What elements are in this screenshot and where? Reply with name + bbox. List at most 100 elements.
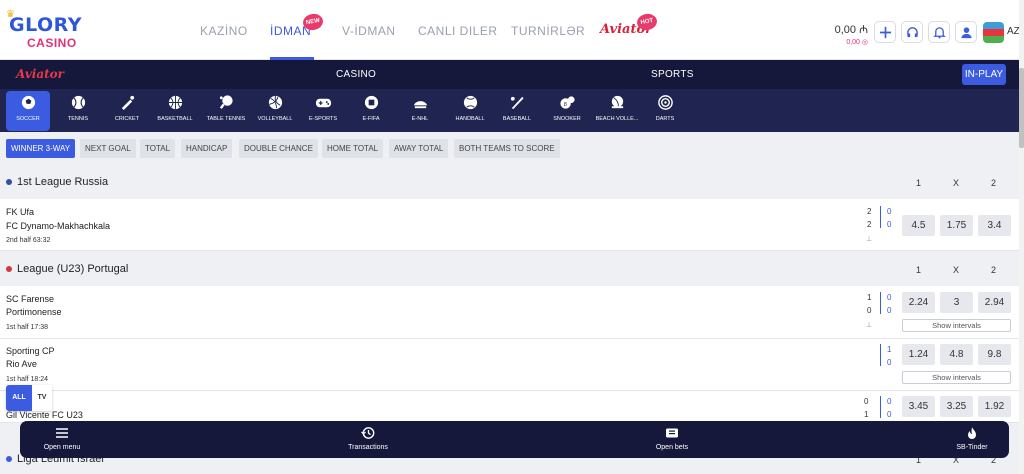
sport-tab-e-nhl[interactable]: E-NHL bbox=[407, 91, 433, 131]
league-title[interactable]: 1st League Russia bbox=[17, 176, 108, 188]
odd-home[interactable]: 1.24 bbox=[902, 344, 935, 365]
home-team: FK Ufa bbox=[6, 207, 35, 217]
handball-icon bbox=[463, 95, 477, 110]
transactions-button[interactable]: Transactions bbox=[328, 426, 408, 451]
headset-icon bbox=[906, 26, 918, 37]
sport-tab-basketball[interactable]: BASKETBALL bbox=[152, 91, 198, 131]
sport-tab-tennis[interactable]: TENNIS bbox=[64, 91, 92, 131]
sport-tab-e-fifa[interactable]: E-FIFA bbox=[358, 91, 384, 131]
deposit-button[interactable] bbox=[874, 21, 896, 43]
score-away: 0 bbox=[867, 306, 872, 315]
stats-icon[interactable]: ⊥ bbox=[866, 235, 872, 243]
market-double-chance[interactable]: DOUBLE CHANCE bbox=[239, 139, 318, 158]
odd-draw[interactable]: 3 bbox=[940, 292, 973, 313]
nav-v-idman[interactable]: V-İDMAN bbox=[342, 24, 396, 38]
column-header-1: 1 bbox=[916, 178, 922, 188]
portugal-flag-icon bbox=[6, 266, 12, 272]
live-score-home: 0 bbox=[887, 293, 892, 302]
sport-tab-baseball[interactable]: BASEBALL bbox=[498, 91, 536, 131]
israel-flag-icon bbox=[6, 456, 12, 462]
market-total[interactable]: TOTAL bbox=[140, 139, 176, 158]
history-icon bbox=[361, 427, 375, 439]
all-tv-toggle: ALL TV bbox=[6, 385, 52, 411]
market-both-teams-to-score[interactable]: BOTH TEAMS TO SCORE bbox=[454, 139, 560, 158]
league-title[interactable]: League (U23) Portugal bbox=[17, 263, 128, 275]
casino-link[interactable]: CASINO bbox=[336, 69, 376, 80]
filter-tv-button[interactable]: TV bbox=[32, 385, 52, 411]
profile-button[interactable] bbox=[955, 21, 977, 43]
league-header bbox=[0, 165, 1019, 199]
odd-away[interactable]: 3.4 bbox=[978, 215, 1011, 236]
svg-text:8: 8 bbox=[563, 102, 566, 108]
sport-tab-label: DARTS bbox=[655, 116, 675, 122]
sport-tab-label: E-SPORTS bbox=[308, 116, 337, 122]
odd-away[interactable]: 9.8 bbox=[978, 344, 1011, 365]
app: ♛ GLORY CASINO KAZİNO İDMAN NEW V-İDMAN … bbox=[0, 0, 1024, 474]
nav-kazino[interactable]: KAZİNO bbox=[200, 24, 248, 38]
market-winner-3-way[interactable]: WINNER 3-WAY bbox=[6, 139, 76, 158]
page-scrollbar-thumb[interactable] bbox=[1019, 68, 1024, 148]
home-team: SC Farense bbox=[6, 294, 55, 304]
odd-home[interactable]: 3.45 bbox=[902, 396, 935, 417]
odd-away[interactable]: 2.94 bbox=[978, 292, 1011, 313]
sport-tab-darts[interactable]: DARTS bbox=[650, 91, 680, 131]
sport-tab-label: E-FIFA bbox=[362, 116, 380, 122]
market-handicap[interactable]: HANDICAP bbox=[181, 139, 233, 158]
show-intervals-button[interactable]: Show intervals bbox=[902, 371, 1011, 384]
language-code[interactable]: AZ bbox=[1007, 26, 1020, 37]
market-home-total[interactable]: HOME TOTAL bbox=[322, 139, 384, 158]
sports-link[interactable]: SPORTS bbox=[651, 69, 694, 80]
live-score-home: 1 bbox=[887, 345, 892, 354]
live-score-home: 0 bbox=[887, 207, 892, 216]
sport-tab-cricket[interactable]: CRICKET bbox=[110, 91, 144, 131]
baseball-icon bbox=[510, 96, 524, 110]
sport-tab-soccer[interactable]: SOCCER bbox=[6, 91, 50, 131]
sport-tab-label: VOLLEYBALL bbox=[257, 116, 293, 122]
open-menu-button[interactable]: Open menu bbox=[22, 426, 102, 451]
live-score-away: 0 bbox=[887, 220, 892, 229]
beach-volleyball-icon bbox=[611, 95, 623, 109]
notifications-button[interactable] bbox=[928, 21, 950, 43]
sport-tab-volleyball[interactable]: VOLLEYBALL bbox=[253, 91, 297, 131]
live-score-away: 0 bbox=[887, 306, 892, 315]
stats-icon[interactable]: ⊥ bbox=[866, 321, 872, 329]
odd-away[interactable]: 1.92 bbox=[978, 396, 1011, 417]
efifa-icon bbox=[364, 95, 378, 110]
sb-tinder-button[interactable]: SB-Tinder bbox=[932, 426, 1012, 451]
sport-tab-snooker[interactable]: 8 SNOOKER bbox=[548, 91, 586, 131]
score-away: 2 bbox=[867, 220, 872, 229]
market-away-total[interactable]: AWAY TOTAL bbox=[389, 139, 449, 158]
away-team: Rio Ave bbox=[6, 359, 37, 369]
sport-tab-beach-volle[interactable]: BEACH VOLLE... bbox=[591, 91, 643, 131]
transactions-label: Transactions bbox=[348, 444, 388, 451]
open-bets-button[interactable]: Open bets bbox=[632, 426, 712, 451]
menu-icon bbox=[56, 428, 68, 438]
odd-draw[interactable]: 1.75 bbox=[940, 215, 973, 236]
show-intervals-button[interactable]: Show intervals bbox=[902, 319, 1011, 332]
bonus-balance: 0,00 ◎ bbox=[846, 39, 868, 46]
score-divider bbox=[880, 344, 881, 366]
market-next-goal[interactable]: NEXT GOAL bbox=[80, 139, 136, 158]
bottom-nav-bar bbox=[20, 421, 1009, 458]
filter-all-button[interactable]: ALL bbox=[6, 385, 32, 411]
odd-draw[interactable]: 4.8 bbox=[940, 344, 973, 365]
score-away: 1 bbox=[864, 410, 869, 419]
sport-tab-e-sports[interactable]: E-SPORTS bbox=[303, 91, 343, 131]
match-row[interactable] bbox=[0, 339, 1019, 391]
in-play-button[interactable]: IN-PLAY bbox=[962, 64, 1006, 85]
odd-draw[interactable]: 3.25 bbox=[940, 396, 973, 417]
nav-turnirler[interactable]: TURNİRLƏR bbox=[511, 24, 585, 38]
aviator-link[interactable]: Aviator bbox=[16, 67, 64, 81]
support-button[interactable] bbox=[901, 21, 923, 43]
nav-canli-diler[interactable]: CANLI DILER bbox=[418, 24, 498, 38]
away-team: Portimonense bbox=[6, 307, 62, 317]
score-home: 2 bbox=[867, 207, 872, 216]
azerbaijan-flag-icon[interactable] bbox=[983, 22, 1004, 43]
cricket-icon bbox=[121, 95, 134, 111]
sport-tab-table-tennis[interactable]: TABLE TENNIS bbox=[201, 91, 251, 131]
sport-tab-handball[interactable]: HANDBALL bbox=[449, 91, 491, 131]
odd-home[interactable]: 2.24 bbox=[902, 292, 935, 313]
odd-home[interactable]: 4.5 bbox=[902, 215, 935, 236]
home-team: Sporting CP bbox=[6, 346, 55, 356]
logo[interactable]: ♛ GLORY CASINO bbox=[6, 9, 88, 50]
